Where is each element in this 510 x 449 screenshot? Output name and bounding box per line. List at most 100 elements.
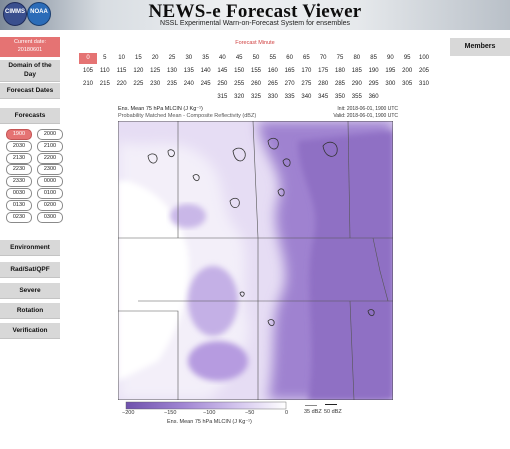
forecast-minute-360[interactable]: 360 bbox=[365, 92, 383, 103]
forecast-time-2200[interactable]: 2200 bbox=[37, 152, 63, 164]
forecast-time-0100[interactable]: 0100 bbox=[37, 188, 63, 199]
forecast-minute-205[interactable]: 205 bbox=[415, 66, 433, 77]
rotation-button[interactable]: Rotation bbox=[0, 303, 60, 319]
forecast-minute-180[interactable]: 180 bbox=[331, 66, 349, 77]
forecast-minute-195[interactable]: 195 bbox=[381, 66, 399, 77]
forecast-time-2030[interactable]: 2030 bbox=[6, 140, 32, 152]
forecast-time-0000[interactable]: 0000 bbox=[37, 176, 63, 188]
forecast-minute-35[interactable]: 35 bbox=[197, 53, 215, 64]
forecast-minute-355[interactable]: 355 bbox=[348, 92, 366, 103]
forecast-minute-330[interactable]: 330 bbox=[264, 92, 282, 103]
forecast-minute-210[interactable]: 210 bbox=[79, 79, 97, 90]
forecast-minute-285[interactable]: 285 bbox=[331, 79, 349, 90]
forecast-time-2100[interactable]: 2100 bbox=[37, 140, 63, 152]
forecast-minute-30[interactable]: 30 bbox=[180, 53, 198, 64]
forecast-minute-305[interactable]: 305 bbox=[398, 79, 416, 90]
forecast-minute-175[interactable]: 175 bbox=[314, 66, 332, 77]
forecast-time-1900[interactable]: 1900 bbox=[6, 129, 32, 140]
legend-35-label: 35 dBZ bbox=[304, 409, 322, 415]
rad-sat-qpf-button[interactable]: Rad/Sat/QPF bbox=[0, 262, 60, 278]
forecast-minute-label: Forecast Minute bbox=[235, 40, 275, 46]
forecast-minute-350[interactable]: 350 bbox=[331, 92, 349, 103]
forecast-minute-25[interactable]: 25 bbox=[163, 53, 181, 64]
forecast-minute-5[interactable]: 5 bbox=[96, 53, 114, 64]
forecast-minute-55[interactable]: 55 bbox=[264, 53, 282, 64]
forecast-minute-340[interactable]: 340 bbox=[297, 92, 315, 103]
forecast-minute-15[interactable]: 15 bbox=[129, 53, 147, 64]
forecast-minute-240[interactable]: 240 bbox=[180, 79, 198, 90]
forecast-minute-320[interactable]: 320 bbox=[230, 92, 248, 103]
forecast-minute-145[interactable]: 145 bbox=[213, 66, 231, 77]
forecast-minute-110[interactable]: 110 bbox=[96, 66, 114, 77]
forecast-minute-310[interactable]: 310 bbox=[415, 79, 433, 90]
forecast-time-0230[interactable]: 0230 bbox=[6, 211, 32, 223]
forecast-minute-155[interactable]: 155 bbox=[247, 66, 265, 77]
forecast-minute-235[interactable]: 235 bbox=[163, 79, 181, 90]
severe-button[interactable]: Severe bbox=[0, 283, 60, 299]
forecast-minute-20[interactable]: 20 bbox=[146, 53, 164, 64]
forecast-minute-275[interactable]: 275 bbox=[297, 79, 315, 90]
forecast-minute-60[interactable]: 60 bbox=[281, 53, 299, 64]
forecast-dates-button[interactable]: Forecast Dates bbox=[0, 83, 60, 99]
forecast-minute-190[interactable]: 190 bbox=[365, 66, 383, 77]
forecast-minute-265[interactable]: 265 bbox=[264, 79, 282, 90]
forecast-minute-200[interactable]: 200 bbox=[398, 66, 416, 77]
forecast-minute-335[interactable]: 335 bbox=[281, 92, 299, 103]
forecast-minute-130[interactable]: 130 bbox=[163, 66, 181, 77]
forecast-minute-135[interactable]: 135 bbox=[180, 66, 198, 77]
forecast-minute-220[interactable]: 220 bbox=[113, 79, 131, 90]
forecast-map[interactable] bbox=[118, 121, 393, 400]
forecast-minute-45[interactable]: 45 bbox=[230, 53, 248, 64]
forecast-minute-90[interactable]: 90 bbox=[381, 53, 399, 64]
forecast-minute-160[interactable]: 160 bbox=[264, 66, 282, 77]
forecast-minute-165[interactable]: 165 bbox=[281, 66, 299, 77]
forecast-minute-295[interactable]: 295 bbox=[365, 79, 383, 90]
forecast-minute-170[interactable]: 170 bbox=[297, 66, 315, 77]
forecast-minute-215[interactable]: 215 bbox=[96, 79, 114, 90]
forecast-minute-40[interactable]: 40 bbox=[213, 53, 231, 64]
forecast-time-0200[interactable]: 0200 bbox=[37, 199, 63, 211]
domain-of-day-button[interactable]: Domain of the Day bbox=[0, 60, 60, 82]
forecast-minute-280[interactable]: 280 bbox=[314, 79, 332, 90]
forecast-minute-115[interactable]: 115 bbox=[113, 66, 131, 77]
members-button[interactable]: Members bbox=[450, 38, 510, 56]
forecast-minute-0[interactable]: 0 bbox=[79, 53, 97, 64]
forecast-minute-270[interactable]: 270 bbox=[281, 79, 299, 90]
forecast-minute-185[interactable]: 185 bbox=[348, 66, 366, 77]
forecast-minute-120[interactable]: 120 bbox=[129, 66, 147, 77]
verification-button[interactable]: Verification bbox=[0, 323, 60, 339]
forecast-minute-85[interactable]: 85 bbox=[365, 53, 383, 64]
forecast-minute-140[interactable]: 140 bbox=[197, 66, 215, 77]
forecast-minute-290[interactable]: 290 bbox=[348, 79, 366, 90]
forecast-minute-105[interactable]: 105 bbox=[79, 66, 97, 77]
forecast-time-0030[interactable]: 0030 bbox=[6, 188, 32, 199]
forecast-minute-10[interactable]: 10 bbox=[113, 53, 131, 64]
forecast-minute-345[interactable]: 345 bbox=[314, 92, 332, 103]
forecast-minute-125[interactable]: 125 bbox=[146, 66, 164, 77]
forecast-minute-75[interactable]: 75 bbox=[331, 53, 349, 64]
forecast-minute-255[interactable]: 255 bbox=[230, 79, 248, 90]
forecast-minute-150[interactable]: 150 bbox=[230, 66, 248, 77]
forecast-minute-80[interactable]: 80 bbox=[348, 53, 366, 64]
forecast-minute-245[interactable]: 245 bbox=[197, 79, 215, 90]
forecast-minute-325[interactable]: 325 bbox=[247, 92, 265, 103]
forecast-minute-315[interactable]: 315 bbox=[213, 92, 231, 103]
forecast-minute-100[interactable]: 100 bbox=[415, 53, 433, 64]
forecast-minute-50[interactable]: 50 bbox=[247, 53, 265, 64]
forecast-minute-70[interactable]: 70 bbox=[314, 53, 332, 64]
forecast-time-2330[interactable]: 2330 bbox=[6, 176, 32, 188]
environment-button[interactable]: Environment bbox=[0, 240, 60, 256]
forecast-time-0300[interactable]: 0300 bbox=[37, 211, 63, 223]
forecast-time-2130[interactable]: 2130 bbox=[6, 152, 32, 164]
forecast-minute-260[interactable]: 260 bbox=[247, 79, 265, 90]
forecast-minute-225[interactable]: 225 bbox=[129, 79, 147, 90]
forecast-minute-95[interactable]: 95 bbox=[398, 53, 416, 64]
forecast-minute-65[interactable]: 65 bbox=[297, 53, 315, 64]
forecast-time-0130[interactable]: 0130 bbox=[6, 199, 32, 211]
forecast-time-2230[interactable]: 2230 bbox=[6, 164, 32, 176]
forecast-minute-230[interactable]: 230 bbox=[146, 79, 164, 90]
forecast-time-2000[interactable]: 2000 bbox=[37, 129, 63, 140]
forecast-minute-300[interactable]: 300 bbox=[381, 79, 399, 90]
forecast-minute-250[interactable]: 250 bbox=[213, 79, 231, 90]
forecast-time-2300[interactable]: 2300 bbox=[37, 164, 63, 176]
